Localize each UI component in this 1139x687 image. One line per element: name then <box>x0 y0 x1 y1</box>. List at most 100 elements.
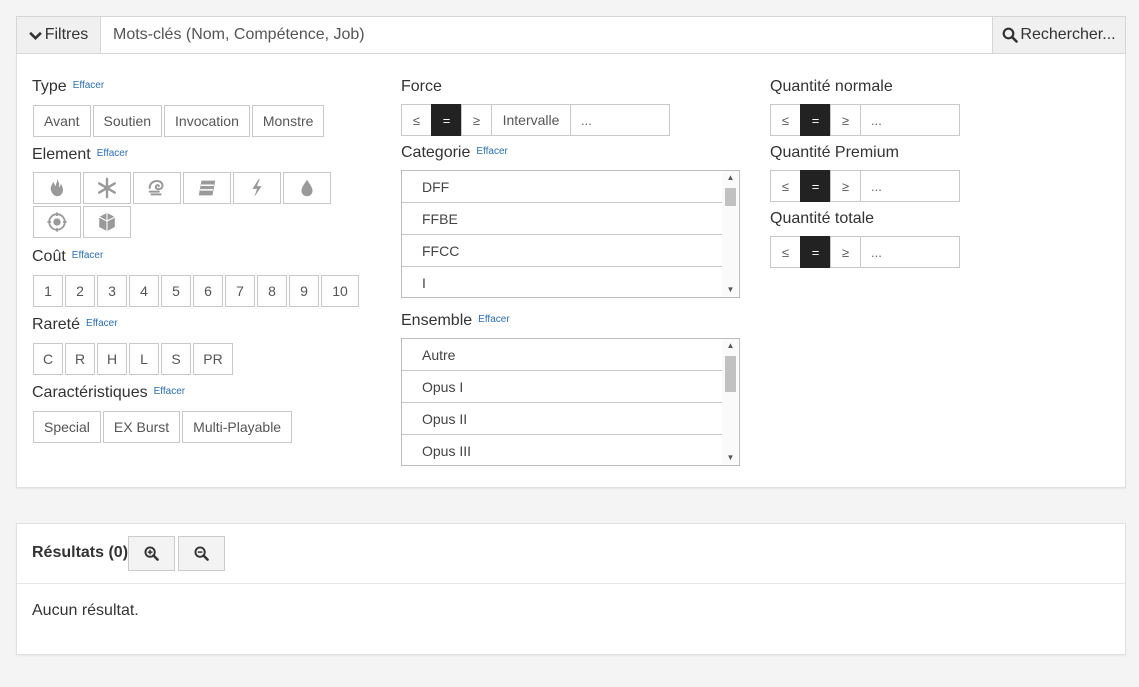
element-options-row1 <box>33 172 333 204</box>
set-listbox[interactable]: Autre Opus I Opus II Opus III ▲ ▼ <box>401 338 740 466</box>
category-listbox[interactable]: DFF FFBE FFCC I ▲ ▼ <box>401 170 740 298</box>
cost-option-8[interactable]: 8 <box>257 275 287 307</box>
qty-total-op-eq[interactable]: = <box>800 236 830 268</box>
type-option-invocation[interactable]: Invocation <box>164 105 250 137</box>
cost-option-6[interactable]: 6 <box>193 275 223 307</box>
rarity-options: C R H L S PR <box>33 343 235 375</box>
type-clear-link[interactable]: Effacer <box>73 80 105 91</box>
rarity-filter-label: Rareté Effacer <box>32 316 118 334</box>
cost-option-3[interactable]: 3 <box>97 275 127 307</box>
power-range-button[interactable]: Intervalle <box>491 104 570 136</box>
element-fire-button[interactable] <box>33 172 81 204</box>
rarity-clear-link[interactable]: Effacer <box>86 318 118 329</box>
type-option-avant[interactable]: Avant <box>33 105 91 137</box>
trait-option-ex-burst[interactable]: EX Burst <box>102 411 181 443</box>
element-dark-button[interactable] <box>83 206 131 238</box>
category-scrollbar[interactable]: ▲ ▼ <box>722 171 739 297</box>
qty-premium-input[interactable]: ... <box>860 170 960 202</box>
zoom-out-icon <box>194 546 209 561</box>
power-op-eq[interactable]: = <box>431 104 461 136</box>
dark-icon <box>98 212 116 232</box>
cost-option-2[interactable]: 2 <box>65 275 95 307</box>
category-item-ffbe[interactable]: FFBE <box>402 203 723 235</box>
qty-normal-label: Quantité normale <box>770 78 893 95</box>
set-item-opus-2[interactable]: Opus II <box>402 403 723 435</box>
element-clear-link[interactable]: Effacer <box>97 148 129 159</box>
qty-normal-input[interactable]: ... <box>860 104 960 136</box>
power-value-input[interactable]: ... <box>570 104 670 136</box>
qty-normal-op-gte[interactable]: ≥ <box>830 104 860 136</box>
trait-option-special[interactable]: Special <box>33 411 101 443</box>
search-button[interactable]: Rechercher... <box>992 17 1125 53</box>
element-options-row2 <box>33 206 133 238</box>
scroll-up-icon[interactable]: ▲ <box>722 339 739 353</box>
traits-options: Special EX Burst Multi-Playable <box>33 411 294 443</box>
traits-label-text: Caractéristiques <box>32 384 148 401</box>
element-ice-button[interactable] <box>83 172 131 204</box>
filters-panel: Type Effacer Avant Soutien Invocation Mon… <box>16 54 1126 488</box>
rarity-option-pr[interactable]: PR <box>193 343 233 375</box>
cost-clear-link[interactable]: Effacer <box>72 250 104 261</box>
qty-normal-op-eq[interactable]: = <box>800 104 830 136</box>
trait-option-multi-playable[interactable]: Multi-Playable <box>182 411 293 443</box>
set-scroll-thumb[interactable] <box>725 356 736 392</box>
cost-options: 1 2 3 4 5 6 7 8 9 10 <box>33 275 361 307</box>
filters-toggle-button[interactable]: Filtres <box>17 17 101 53</box>
rarity-option-r[interactable]: R <box>65 343 95 375</box>
keyword-search-input[interactable] <box>101 17 992 53</box>
zoom-out-button[interactable] <box>178 536 225 571</box>
qty-total-label: Quantité totale <box>770 210 875 227</box>
cost-option-9[interactable]: 9 <box>289 275 319 307</box>
search-button-label: Rechercher... <box>1020 26 1116 43</box>
qty-total-op-lte[interactable]: ≤ <box>770 236 800 268</box>
category-item-dff[interactable]: DFF <box>402 171 723 203</box>
element-earth-button[interactable] <box>183 172 231 204</box>
type-option-monstre[interactable]: Monstre <box>251 105 325 137</box>
qty-total-op-gte[interactable]: ≥ <box>830 236 860 268</box>
traits-filter-label: Caractéristiques Effacer <box>32 384 185 402</box>
qty-total-comparator: ≤ = ≥ ... <box>770 236 960 268</box>
traits-clear-link[interactable]: Effacer <box>154 386 186 397</box>
set-item-opus-3[interactable]: Opus III <box>402 435 723 465</box>
cost-option-1[interactable]: 1 <box>33 275 63 307</box>
category-clear-link[interactable]: Effacer <box>476 146 508 157</box>
element-wind-button[interactable] <box>133 172 181 204</box>
scroll-down-icon[interactable]: ▼ <box>722 451 739 465</box>
category-item-ffcc[interactable]: FFCC <box>402 235 723 267</box>
search-bar: Filtres Rechercher... <box>16 16 1126 54</box>
cost-option-10[interactable]: 10 <box>321 275 359 307</box>
rarity-label-text: Rareté <box>32 316 81 333</box>
type-options: Avant Soutien Invocation Monstre <box>33 105 326 137</box>
scroll-up-icon[interactable]: ▲ <box>722 171 739 185</box>
set-clear-link[interactable]: Effacer <box>478 314 510 325</box>
set-item-opus-1[interactable]: Opus I <box>402 371 723 403</box>
element-water-button[interactable] <box>283 172 331 204</box>
cost-option-7[interactable]: 7 <box>225 275 255 307</box>
category-item-i[interactable]: I <box>402 267 723 297</box>
scroll-down-icon[interactable]: ▼ <box>722 283 739 297</box>
set-filter-label: Ensemble Effacer <box>401 312 510 330</box>
results-header: Résultats (0) <box>17 524 1125 584</box>
power-op-gte[interactable]: ≥ <box>461 104 491 136</box>
zoom-in-button[interactable] <box>128 536 175 571</box>
cost-option-5[interactable]: 5 <box>161 275 191 307</box>
set-item-autre[interactable]: Autre <box>402 339 723 371</box>
set-scrollbar[interactable]: ▲ ▼ <box>722 339 739 465</box>
qty-premium-op-eq[interactable]: = <box>800 170 830 202</box>
rarity-option-s[interactable]: S <box>161 343 191 375</box>
rarity-option-h[interactable]: H <box>97 343 127 375</box>
element-lightning-button[interactable] <box>233 172 281 204</box>
rarity-option-l[interactable]: L <box>129 343 159 375</box>
rarity-option-c[interactable]: C <box>33 343 63 375</box>
cost-option-4[interactable]: 4 <box>129 275 159 307</box>
category-scroll-thumb[interactable] <box>725 188 736 206</box>
power-op-lte[interactable]: ≤ <box>401 104 431 136</box>
qty-normal-op-lte[interactable]: ≤ <box>770 104 800 136</box>
qty-premium-label: Quantité Premium <box>770 144 899 161</box>
qty-premium-op-gte[interactable]: ≥ <box>830 170 860 202</box>
fire-icon <box>50 178 64 197</box>
type-option-soutien[interactable]: Soutien <box>92 105 163 137</box>
qty-premium-op-lte[interactable]: ≤ <box>770 170 800 202</box>
qty-total-input[interactable]: ... <box>860 236 960 268</box>
element-light-button[interactable] <box>33 206 81 238</box>
